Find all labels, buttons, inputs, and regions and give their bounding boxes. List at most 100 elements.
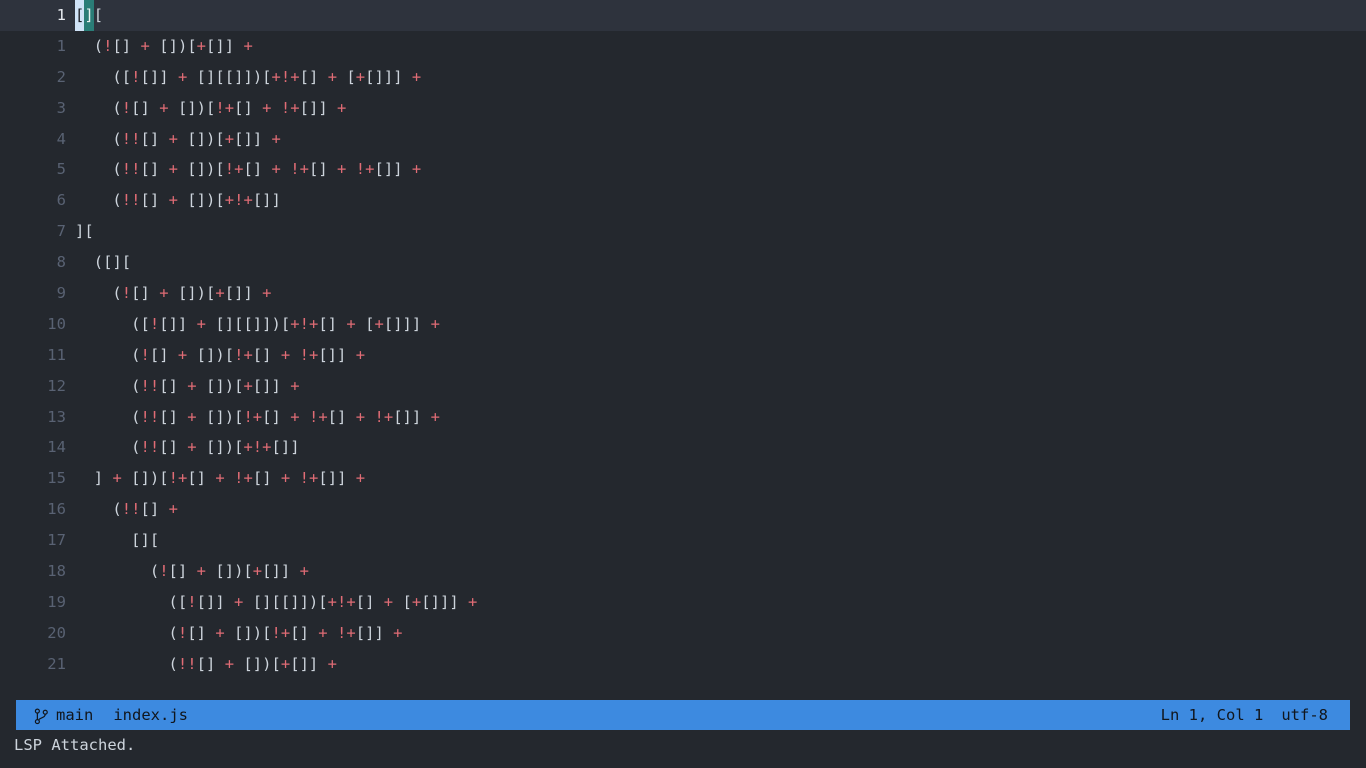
code-punctuation: ) xyxy=(196,284,207,303)
code-operator: ! xyxy=(337,592,347,611)
code-line[interactable]: 20 (![] + [])[!+[] + !+[]] + xyxy=(0,618,1366,649)
code-punctuation: [ xyxy=(224,284,235,303)
code-punctuation: [ xyxy=(131,284,141,303)
line-number: 11 xyxy=(47,345,66,364)
code-line[interactable]: 1 (![] + [])[+[]] + xyxy=(0,31,1366,62)
code-line-text[interactable]: ([][ xyxy=(66,247,1366,278)
code-punctuation: ( xyxy=(168,592,178,611)
code-line[interactable]: 21 (!![] + [])[+[]] + xyxy=(0,649,1366,680)
code-line-text[interactable]: ([![]] + [][[]])[+!+[] + [+[]]] + xyxy=(66,309,1366,340)
code-line-text[interactable]: (!![] + [])[+!+[]] xyxy=(66,185,1366,216)
code-line-text[interactable]: (!![] + [])[+[]] + xyxy=(66,649,1366,680)
code-line-text[interactable]: (![] + [])[+[]] + xyxy=(66,278,1366,309)
code-punctuation: [ xyxy=(271,438,281,457)
code-operator: + xyxy=(243,376,253,395)
code-punctuation: ] xyxy=(149,67,160,86)
code-line-text[interactable]: (!![] + xyxy=(66,494,1366,525)
code-line-text[interactable]: [][ xyxy=(66,525,1366,556)
statusbar-branch-name[interactable]: main xyxy=(56,706,93,724)
code-line[interactable]: 7][ xyxy=(0,216,1366,247)
code-punctuation: [ xyxy=(243,562,253,581)
code-punctuation: ] xyxy=(187,98,197,117)
code-punctuation: ] xyxy=(411,407,422,426)
code-line-text[interactable]: (!![] + [])[+[]] + xyxy=(66,124,1366,155)
code-line-current[interactable]: 1[][ xyxy=(0,0,1366,31)
code-line-text[interactable]: [][ xyxy=(66,0,1366,31)
statusbar-cursor-position[interactable]: Ln 1, Col 1 xyxy=(1161,706,1264,724)
code-operator: + xyxy=(355,407,366,426)
code-punctuation: [ xyxy=(196,67,207,86)
line-number: 5 xyxy=(56,160,66,179)
code-punctuation: [ xyxy=(159,469,169,488)
code-line[interactable]: 9 (![] + [])[+[]] + xyxy=(0,278,1366,309)
code-line[interactable]: 19 ([![]] + [][[]])[+!+[] + [+[]]] + xyxy=(0,587,1366,618)
code-punctuation: ) xyxy=(224,407,235,426)
code-punctuation: [ xyxy=(215,129,225,148)
code-line[interactable]: 17 [][ xyxy=(0,525,1366,556)
statusbar-encoding[interactable]: utf-8 xyxy=(1281,706,1328,724)
code-punctuation: [ xyxy=(318,469,328,488)
code-punctuation: ) xyxy=(215,345,225,364)
code-line-text[interactable]: (!![] + [])[+[]] + xyxy=(66,371,1366,402)
code-line-text[interactable]: (![] + [])[+[]] + xyxy=(66,556,1366,587)
code-operator: ! xyxy=(374,407,384,426)
code-line-text[interactable]: (![] + [])[!+[] + !+[]] + xyxy=(66,618,1366,649)
code-operator: + xyxy=(430,407,440,426)
code-line[interactable]: 8 ([][ xyxy=(0,247,1366,278)
code-punctuation: ] xyxy=(243,67,253,86)
code-punctuation: [ xyxy=(252,191,263,210)
statusbar-filename[interactable]: index.js xyxy=(113,706,188,724)
code-line-text[interactable]: (!![] + [])[+!+[]] xyxy=(66,432,1366,463)
code-punctuation: [ xyxy=(159,407,169,426)
code-punctuation: ] xyxy=(262,376,272,395)
code-line[interactable]: 5 (!![] + [])[!+[] + !+[] + !+[]] + xyxy=(0,154,1366,185)
code-punctuation: [ xyxy=(355,623,366,642)
code-line[interactable]: 13 (!![] + [])[!+[] + !+[] + !+[]] + xyxy=(0,402,1366,433)
code-line-text[interactable]: (![] + [])[!+[] + !+[]] + xyxy=(66,340,1366,371)
code-editor[interactable]: 1[][1 (![] + [])[+[]] +2 ([![]] + [][[]]… xyxy=(0,0,1366,700)
code-punctuation: [ xyxy=(177,284,188,303)
code-punctuation: ) xyxy=(206,129,216,148)
code-line-text[interactable]: (![] + [])[!+[] + !+[]] + xyxy=(66,93,1366,124)
code-punctuation: ] xyxy=(252,160,263,179)
code-line[interactable]: 11 (![] + [])[!+[] + !+[]] + xyxy=(0,340,1366,371)
code-operator: + xyxy=(177,67,188,86)
code-line[interactable]: 15 ] + [])[!+[] + !+[] + !+[]] + xyxy=(0,463,1366,494)
code-line[interactable]: 18 (![] + [])[+[]] + xyxy=(0,556,1366,587)
code-line[interactable]: 6 (!![] + [])[+!+[]] xyxy=(0,185,1366,216)
code-line-text[interactable]: (![] + [])[+[]] + xyxy=(66,31,1366,62)
code-line-text[interactable]: (!![] + [])[!+[] + !+[] + !+[]] + xyxy=(66,154,1366,185)
code-operator: ! xyxy=(121,160,132,179)
code-line-text[interactable]: ][ xyxy=(66,216,1366,247)
line-number: 17 xyxy=(47,531,66,550)
code-punctuation: [ xyxy=(121,67,132,86)
code-operator: ! xyxy=(121,500,132,519)
code-operator: + xyxy=(243,469,253,488)
code-punctuation: [ xyxy=(131,469,141,488)
code-operator: ! xyxy=(299,345,309,364)
code-line-text[interactable]: ] + [])[!+[] + !+[] + !+[]] + xyxy=(66,463,1366,494)
code-line-text[interactable]: (!![] + [])[!+[] + !+[] + !+[]] + xyxy=(66,402,1366,433)
code-punctuation: ] xyxy=(224,36,235,55)
code-punctuation: ] xyxy=(140,469,150,488)
code-line[interactable]: 12 (!![] + [])[+[]] + xyxy=(0,371,1366,402)
code-line-text[interactable]: ([![]] + [][[]])[+!+[] + [+[]]] + xyxy=(66,587,1366,618)
code-operator: + xyxy=(280,654,291,673)
code-line[interactable]: 10 ([![]] + [][[]])[+!+[] + [+[]]] + xyxy=(0,309,1366,340)
code-punctuation: [ xyxy=(140,129,150,148)
code-punctuation: ] xyxy=(327,345,338,364)
code-punctuation: ] xyxy=(149,500,160,519)
code-operator: + xyxy=(187,438,197,457)
code-line[interactable]: 4 (!![] + [])[+[]] + xyxy=(0,124,1366,155)
code-line[interactable]: 2 ([![]] + [][[]])[+!+[] + [+[]]] + xyxy=(0,62,1366,93)
code-line[interactable]: 14 (!![] + [])[+!+[]] xyxy=(0,432,1366,463)
code-line[interactable]: 3 (![] + [])[!+[] + !+[]] + xyxy=(0,93,1366,124)
code-line[interactable]: 16 (!![] + xyxy=(0,494,1366,525)
code-punctuation: [ xyxy=(149,345,160,364)
code-punctuation: ] xyxy=(271,191,281,210)
code-line-text[interactable]: ([![]] + [][[]])[+!+[] + [+[]]] + xyxy=(66,62,1366,93)
